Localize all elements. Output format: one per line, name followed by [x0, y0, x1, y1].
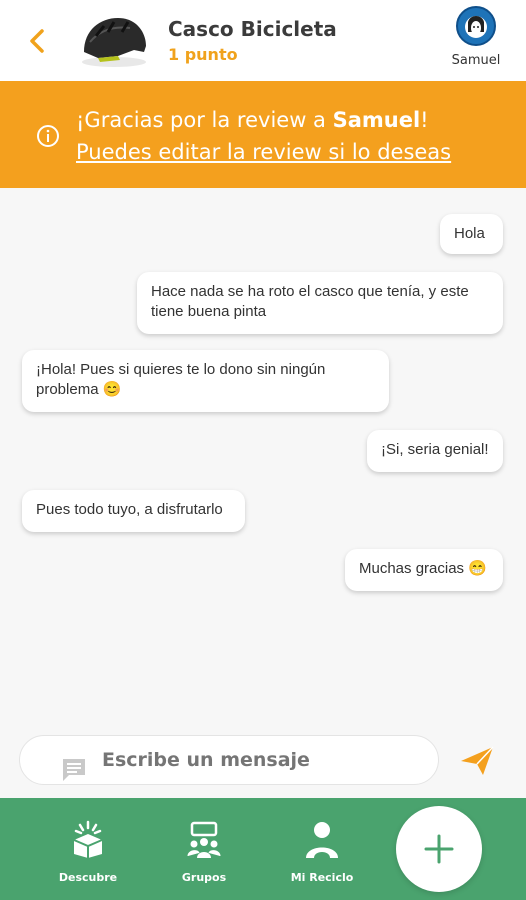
message-bubble-received: Pues todo tuyo, a disfrutarlo [22, 490, 245, 532]
product-points: 1 punto [168, 45, 238, 64]
back-button[interactable] [22, 26, 52, 56]
chevron-left-icon [30, 29, 44, 53]
user-profile[interactable]: Samuel [446, 6, 506, 74]
chat-bubble-icon [63, 759, 85, 781]
plus-icon [424, 834, 454, 864]
nav-label-mi-reciclo: Mi Reciclo [290, 871, 354, 884]
person-icon [306, 822, 338, 858]
message-bubble-received: ¡Hola! Pues si quieres te lo dono sin ni… [22, 350, 389, 412]
review-user-name: Samuel [332, 108, 421, 132]
user-name: Samuel [451, 53, 501, 68]
group-icon [187, 821, 221, 858]
chat-header: Casco Bicicleta 1 punto Samuel [0, 0, 526, 81]
nav-item-descubre[interactable]: Descubre [48, 820, 128, 884]
send-icon[interactable] [457, 741, 497, 781]
product-title: Casco Bicicleta [168, 17, 337, 41]
message-input[interactable] [100, 744, 424, 776]
nav-label-grupos: Grupos [181, 871, 227, 884]
helmet-product-image [82, 18, 146, 67]
info-icon [37, 125, 59, 147]
message-bubble-sent: ¡Si, seria genial! [367, 430, 503, 472]
avatar [456, 6, 496, 46]
box-icon [73, 820, 103, 858]
message-bubble-sent: Hace nada se ha roto el casco que tenía,… [137, 272, 503, 334]
message-bubble-sent: Muchas gracias 😁 [345, 549, 503, 591]
message-bubble-sent: Hola [440, 214, 503, 254]
add-button[interactable] [396, 806, 482, 892]
edit-review-link[interactable]: Puedes editar la review si lo deseas [76, 140, 451, 164]
review-banner [0, 81, 526, 188]
nav-label-descubre: Descubre [58, 871, 118, 884]
review-thanks-text: ¡Gracias por la review a Samuel! [76, 108, 429, 132]
nav-item-grupos[interactable]: Grupos [164, 820, 244, 884]
nav-item-mi-reciclo[interactable]: Mi Reciclo [282, 820, 362, 884]
